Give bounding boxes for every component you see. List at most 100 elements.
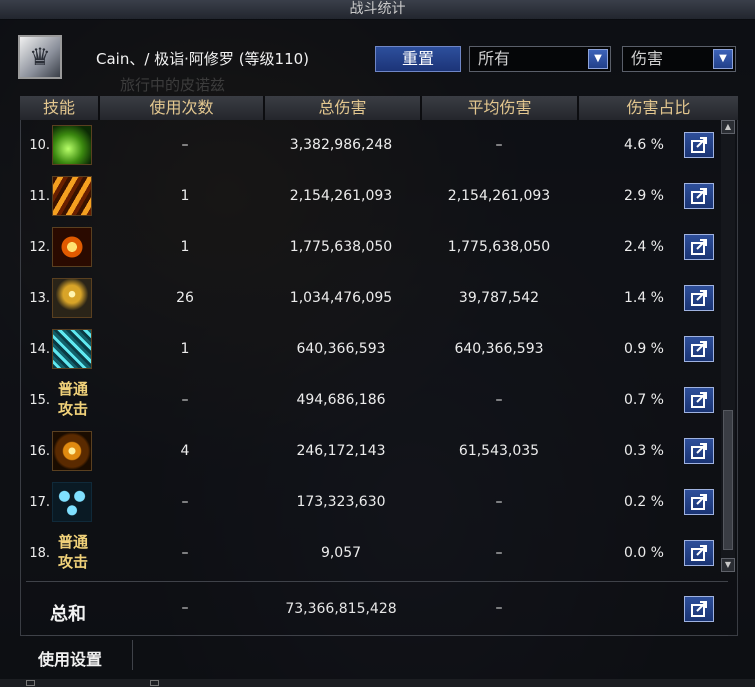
bottom-options-strip [0, 679, 755, 687]
skill-rows: 10. – 3,382,986,248 – 4.6 % 11. 1 2,154,… [20, 120, 720, 579]
column-header-average[interactable]: 平均伤害 [422, 96, 579, 120]
share-icon [691, 545, 707, 561]
row-total: 1,034,476,095 [289, 290, 393, 306]
row-total: 1,775,638,050 [289, 239, 393, 255]
row-index: 12. [29, 240, 50, 255]
chevron-down-icon[interactable]: ▼ [713, 49, 733, 69]
scroll-up-icon[interactable]: ▲ [721, 120, 735, 134]
row-index: 15. [29, 393, 50, 408]
table-row: 18. 普通攻击 – 9,057 – 0.0 % [20, 528, 720, 579]
share-button[interactable] [684, 336, 714, 362]
scrollbar-thumb[interactable] [723, 410, 733, 550]
option-checkbox[interactable] [26, 680, 35, 686]
row-total: 173,323,630 [296, 494, 386, 510]
share-icon [691, 239, 707, 255]
share-button[interactable] [684, 489, 714, 515]
share-icon [691, 601, 707, 617]
filter-dropdown-value: 所有 [478, 49, 511, 68]
share-button[interactable] [684, 132, 714, 158]
row-share: 2.9 % [623, 188, 664, 204]
damage-type-dropdown[interactable]: 伤害 ▼ [622, 46, 736, 72]
window-title: 战斗统计 [0, 0, 755, 20]
table-row: 11. 1 2,154,261,093 2,154,261,093 2.9 % [20, 171, 720, 222]
share-icon [691, 392, 707, 408]
summary-share-button[interactable] [684, 596, 714, 622]
golden-burst-skill-icon [52, 278, 92, 318]
row-share: 2.4 % [623, 239, 664, 255]
reset-button[interactable]: 重置 [375, 46, 461, 72]
row-average: – [495, 494, 503, 510]
row-total: 246,172,143 [296, 443, 386, 459]
row-total: 494,686,186 [296, 392, 386, 408]
row-uses: – [181, 137, 189, 153]
row-average: 640,366,593 [454, 341, 544, 357]
row-total: 9,057 [320, 545, 362, 561]
row-share: 0.2 % [623, 494, 664, 510]
footer-divider [26, 635, 728, 636]
share-icon [691, 494, 707, 510]
share-icon [691, 443, 707, 459]
green-slash-skill-icon [52, 125, 92, 165]
row-index: 16. [29, 444, 50, 459]
share-button[interactable] [684, 234, 714, 260]
share-button[interactable] [684, 540, 714, 566]
share-button[interactable] [684, 285, 714, 311]
row-uses: 1 [180, 188, 190, 204]
share-button[interactable] [684, 183, 714, 209]
scroll-down-icon[interactable]: ▼ [721, 558, 735, 572]
row-average: 61,543,035 [458, 443, 540, 459]
row-total: 2,154,261,093 [289, 188, 393, 204]
column-header-skill[interactable]: 技能 [20, 96, 100, 120]
table-row: 14. 1 640,366,593 640,366,593 0.9 % [20, 324, 720, 375]
row-share: 0.0 % [623, 545, 664, 561]
row-average: 1,775,638,050 [447, 239, 551, 255]
avatar-icon: ♛ [29, 43, 51, 71]
damage-type-dropdown-value: 伤害 [631, 49, 664, 68]
row-index: 10. [29, 138, 50, 153]
row-index: 18. [29, 546, 50, 561]
table-header: 技能 使用次数 总伤害 平均伤害 伤害占比 [20, 96, 738, 120]
row-uses: – [181, 494, 189, 510]
column-header-uses[interactable]: 使用次数 [100, 96, 265, 120]
guild-name: 旅行中的皮诺兹 [120, 76, 226, 94]
share-icon [691, 290, 707, 306]
row-uses: – [181, 392, 189, 408]
fire-wave-skill-icon [52, 176, 92, 216]
share-button[interactable] [684, 438, 714, 464]
settings-tab[interactable]: 使用设置 [38, 646, 102, 670]
row-share: 0.7 % [623, 392, 664, 408]
option-checkbox[interactable] [150, 680, 159, 686]
row-uses: – [181, 545, 189, 561]
row-share: 4.6 % [623, 137, 664, 153]
row-uses: 26 [176, 290, 194, 306]
table-row: 12. 1 1,775,638,050 1,775,638,050 2.4 % [20, 222, 720, 273]
column-header-total[interactable]: 总伤害 [265, 96, 422, 120]
chevron-down-icon[interactable]: ▼ [588, 49, 608, 69]
normal-attack-label: 普通攻击 [57, 380, 88, 418]
table-row: 17. – 173,323,630 – 0.2 % [20, 477, 720, 528]
summary-average: – [495, 600, 503, 616]
row-average: 2,154,261,093 [447, 188, 551, 204]
summary-total: 73,366,815,428 [285, 601, 397, 617]
row-average: 39,787,542 [458, 290, 540, 306]
row-index: 14. [29, 342, 50, 357]
row-average: – [495, 392, 503, 408]
column-header-share[interactable]: 伤害占比 [579, 96, 738, 120]
summary-divider [26, 581, 728, 582]
summary-uses: – [181, 600, 189, 616]
row-average: – [495, 545, 503, 561]
row-uses: 1 [180, 239, 190, 255]
row-index: 13. [29, 291, 50, 306]
share-button[interactable] [684, 387, 714, 413]
cyan-wave-skill-icon [52, 329, 92, 369]
table-row: 15. 普通攻击 – 494,686,186 – 0.7 % [20, 375, 720, 426]
row-share: 0.3 % [623, 443, 664, 459]
table-row: 16. 4 246,172,143 61,543,035 0.3 % [20, 426, 720, 477]
share-icon [691, 137, 707, 153]
share-icon [691, 341, 707, 357]
character-name: Cain、/ 极诣·阿修罗 (等级110) [96, 50, 310, 68]
row-average: – [495, 137, 503, 153]
filter-dropdown[interactable]: 所有 ▼ [469, 46, 611, 72]
eye-skill-icon [52, 227, 92, 267]
row-total: 640,366,593 [296, 341, 386, 357]
